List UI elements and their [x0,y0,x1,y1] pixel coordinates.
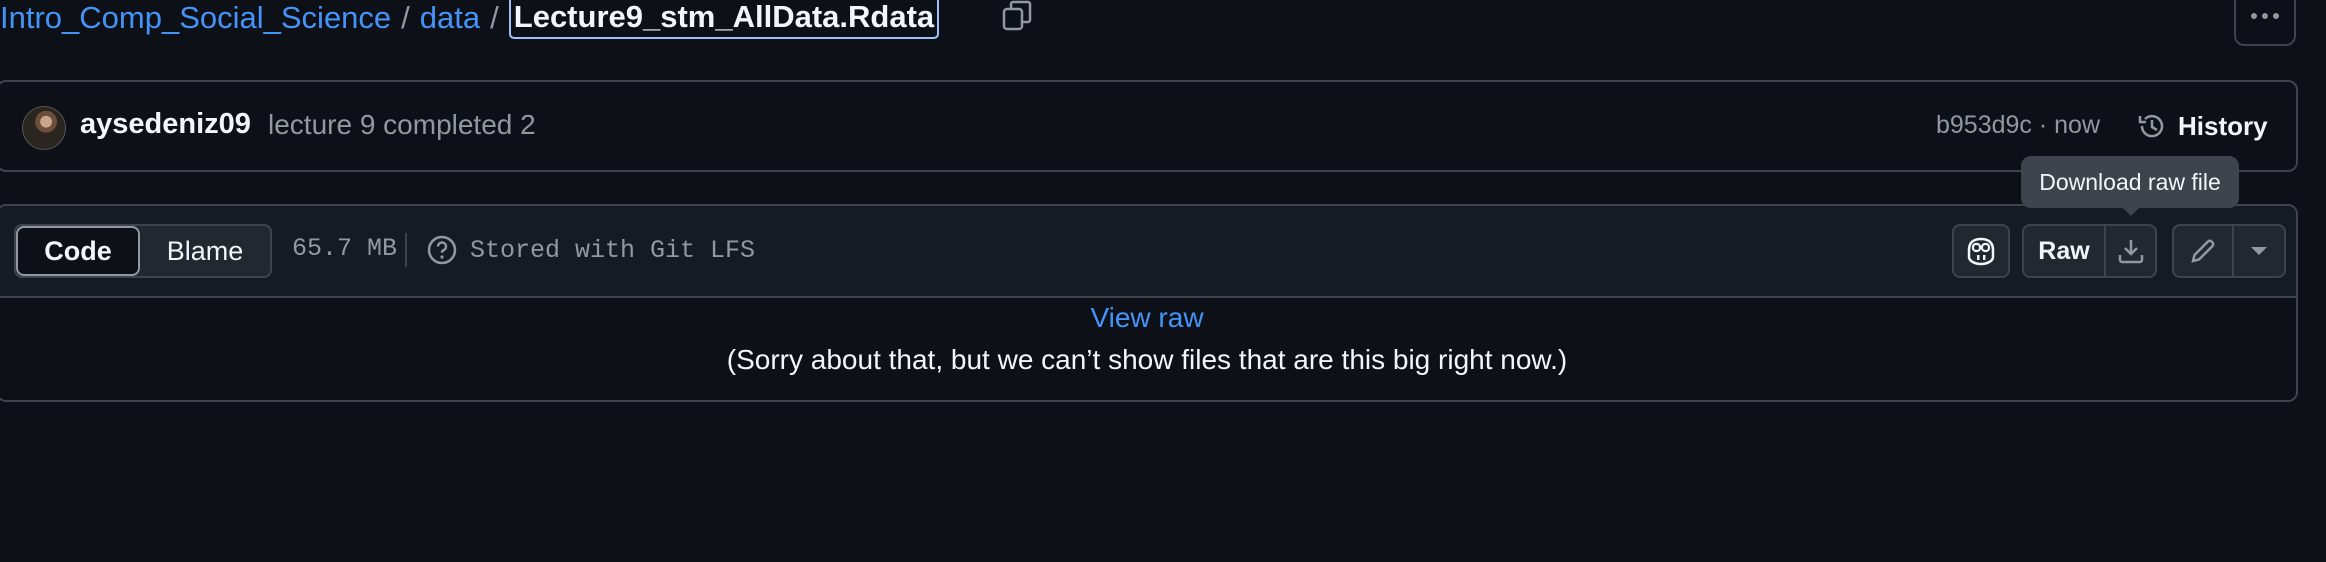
breadcrumb: Intro_Comp_Social_Science / data / Lectu… [0,0,940,39]
lfs-notice: Stored with Git LFS [470,236,756,265]
kebab-icon [2251,13,2279,19]
copilot-button[interactable] [1952,224,2010,278]
download-raw-button[interactable] [2106,226,2155,276]
raw-button[interactable]: Raw [2024,226,2106,276]
question-icon[interactable] [426,234,458,266]
view-raw-link[interactable]: View raw [0,302,2296,334]
file-size: 65.7 MB [292,233,408,267]
history-button[interactable]: History [2136,102,2268,150]
download-icon [2118,240,2143,264]
pencil-icon [2191,239,2215,263]
file-viewer: Code Blame 65.7 MB Stored with Git LFS R… [0,204,2298,402]
edit-file-button[interactable] [2174,226,2234,276]
file-header: Code Blame 65.7 MB Stored with Git LFS R… [0,206,2296,298]
breadcrumb-file-name: Lecture9_stm_AllData.Rdata [508,0,940,39]
code-tab[interactable]: Code [16,226,140,276]
more-options-button[interactable] [2234,0,2296,46]
blame-tab[interactable]: Blame [140,226,270,276]
history-icon [2138,114,2164,138]
breadcrumb-separator: / [401,0,410,35]
copy-path-button[interactable] [998,0,1036,34]
copy-icon [1002,0,1032,31]
commit-author-link[interactable]: aysedeniz09 [80,108,251,141]
breadcrumb-separator: / [490,0,499,35]
view-mode-toggle: Code Blame [14,224,272,278]
caret-down-icon [2251,247,2267,255]
more-edit-options-button[interactable] [2234,226,2284,276]
commit-message-link[interactable]: lecture 9 completed 2 [268,109,536,141]
breadcrumb-folder-link[interactable]: data [420,0,480,36]
raw-button-group: Raw [2022,224,2157,278]
file-too-large-notice: (Sorry about that, but we can’t show fil… [726,344,1568,375]
history-label: History [2178,110,2268,141]
latest-commit-box: aysedeniz09 lecture 9 completed 2 b953d9… [0,80,2298,172]
copilot-icon [1967,237,1995,266]
avatar[interactable] [22,106,66,150]
edit-button-group [2172,224,2286,278]
breadcrumb-repo-link[interactable]: Intro_Comp_Social_Science [0,0,391,36]
download-tooltip: Download raw file [2021,156,2239,216]
commit-hash-time[interactable]: b953d9c · now [1936,111,2100,140]
